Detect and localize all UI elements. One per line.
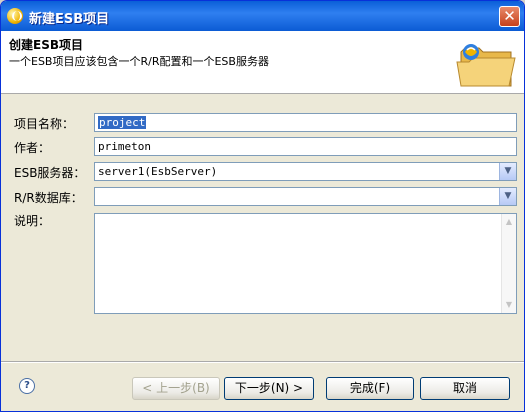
vertical-scrollbar[interactable]: ▲ ▼	[501, 214, 516, 313]
next-button[interactable]: 下一步(N) >	[224, 377, 314, 400]
description-label: 说明：	[14, 214, 51, 228]
description-textarea[interactable]: ▲ ▼	[94, 213, 517, 314]
author-input[interactable]: primeton	[94, 137, 517, 156]
chevron-down-icon[interactable]: ▼	[499, 163, 516, 180]
back-button[interactable]: < 上一步(B)	[132, 377, 220, 400]
footer-divider	[1, 361, 524, 363]
chevron-down-icon[interactable]: ▼	[499, 188, 516, 205]
title-bar[interactable]: 新建ESB项目 ✕	[1, 1, 524, 31]
window-title: 新建ESB项目	[29, 12, 110, 27]
esb-server-select[interactable]: server1(EsbServer) ▼	[94, 162, 517, 181]
project-name-input[interactable]: project	[94, 113, 517, 132]
dialog-window: 新建ESB项目 ✕ 创建ESB项目 一个ESB项目应该包含一个R/R配置和一个E…	[0, 0, 525, 412]
wizard-banner: 创建ESB项目 一个ESB项目应该包含一个R/R配置和一个ESB服务器	[1, 31, 524, 94]
close-button[interactable]: ✕	[499, 6, 520, 27]
banner-title: 创建ESB项目	[9, 38, 83, 52]
scroll-down-icon[interactable]: ▼	[503, 299, 515, 311]
help-icon[interactable]: ?	[19, 378, 35, 394]
finish-button[interactable]: 完成(F)	[326, 377, 414, 400]
folder-icon	[456, 44, 516, 87]
app-icon	[7, 8, 23, 24]
author-label: 作者：	[14, 141, 51, 155]
rr-database-select[interactable]: ▼	[94, 187, 517, 206]
scroll-up-icon[interactable]: ▲	[503, 216, 515, 228]
esb-server-value: server1(EsbServer)	[98, 165, 218, 178]
cancel-button[interactable]: 取消	[420, 377, 510, 400]
rr-database-label: R/R数据库：	[14, 191, 83, 205]
project-name-value: project	[98, 116, 147, 129]
author-value: primeton	[98, 140, 151, 153]
esb-server-label: ESB服务器：	[14, 166, 86, 180]
project-name-label: 项目名称：	[14, 117, 75, 131]
banner-description: 一个ESB项目应该包含一个R/R配置和一个ESB服务器	[9, 55, 269, 68]
